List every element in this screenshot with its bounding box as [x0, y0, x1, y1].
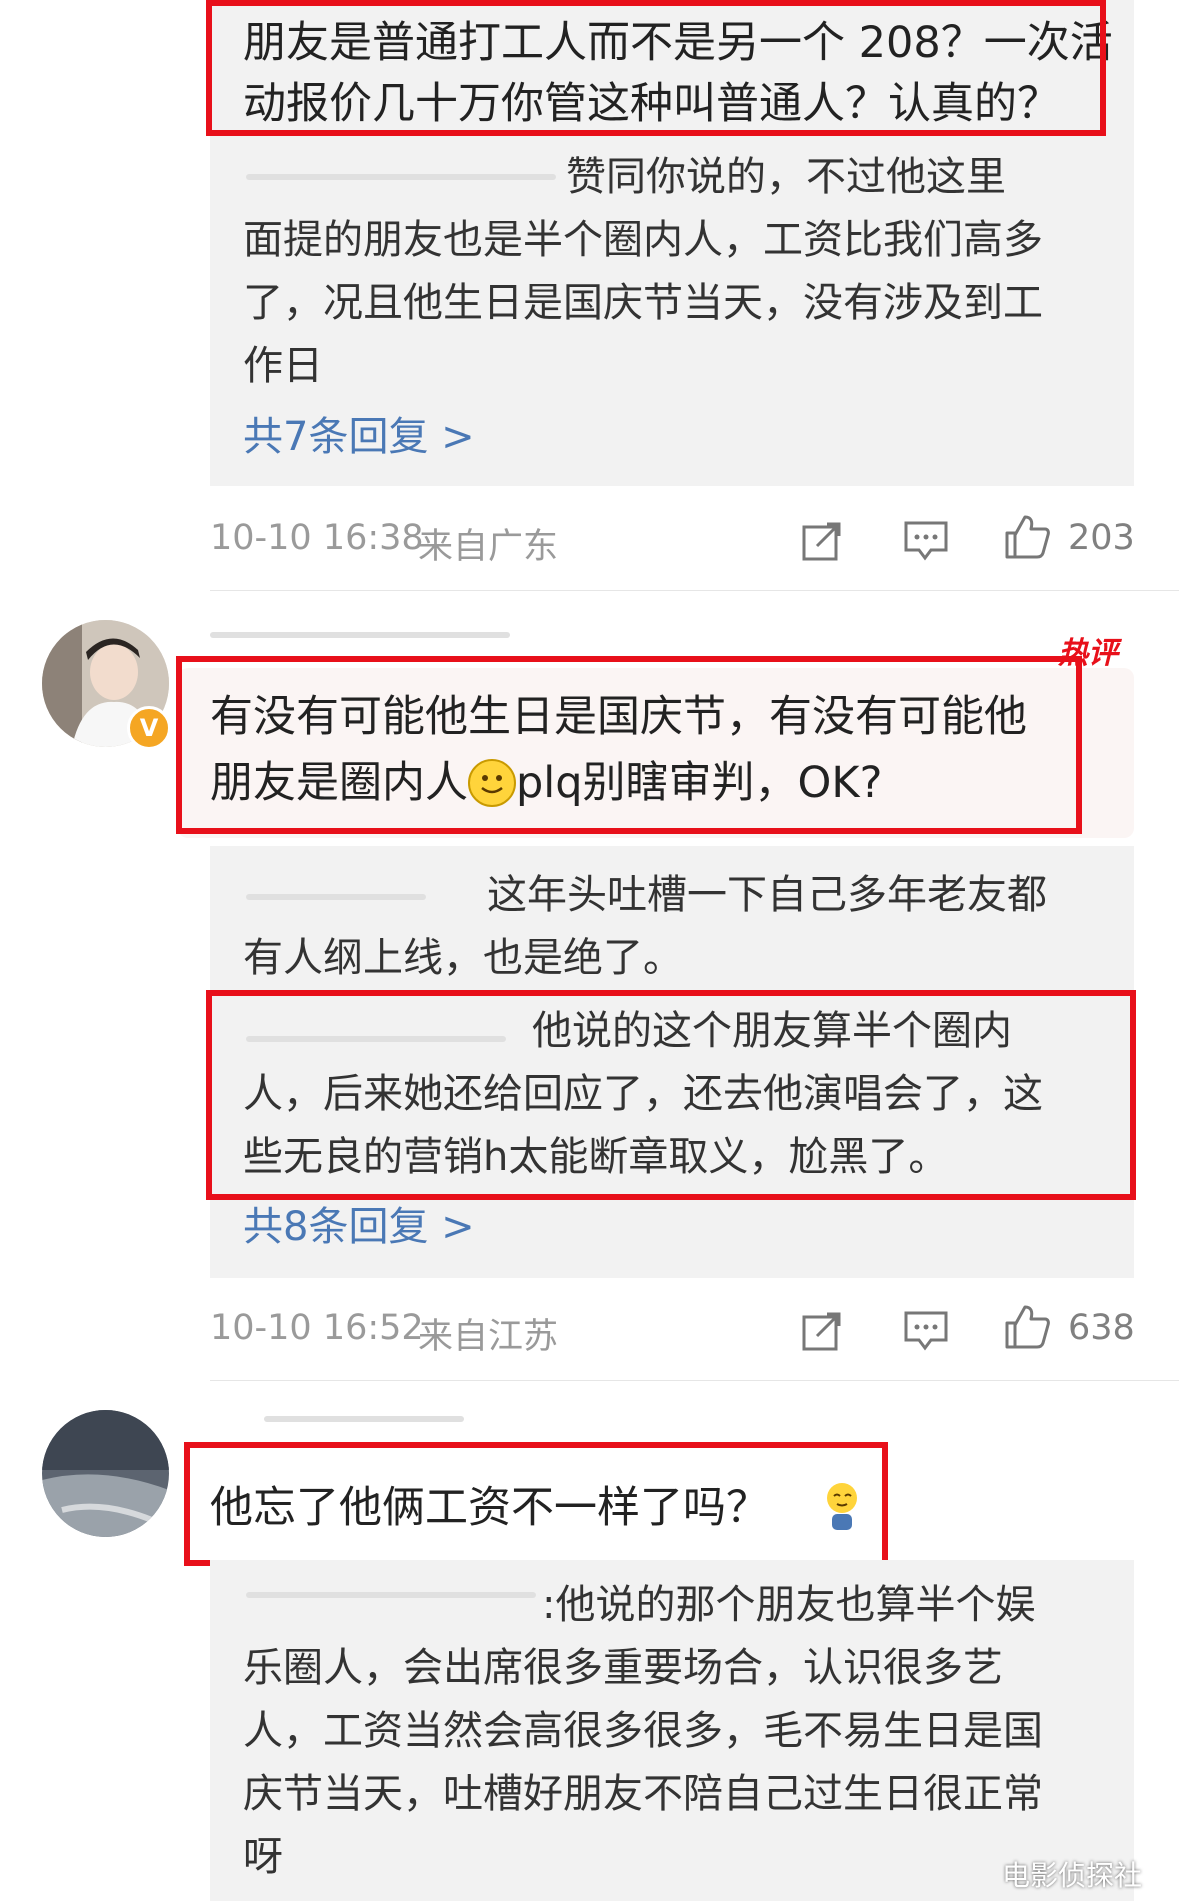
comment1-reply-line4: 作日: [243, 343, 323, 389]
comment3-reply-line3: 人，工资当然会高很多很多，毛不易生日是国: [243, 1708, 1043, 1754]
redacted-username: [246, 1592, 536, 1598]
redacted-username: [246, 894, 426, 900]
comment2-location: 来自江苏: [418, 1317, 559, 1357]
redacted-username: [210, 632, 510, 638]
comment1-reply-line2: 面提的朋友也是半个圈内人，工资比我们高多: [243, 217, 1043, 263]
comment2-highlight-box: [176, 656, 1082, 834]
comment3-reply-line2: 乐圈人，会出席很多重要场合，认识很多艺: [243, 1645, 1003, 1691]
comment2-like-count: 638: [1068, 1308, 1135, 1348]
comment1-like-count: 203: [1068, 518, 1135, 558]
comment2-more-replies-link[interactable]: 共8条回复 >: [243, 1196, 475, 1259]
comment3-highlight-box: [184, 1442, 888, 1566]
comment3-reply-line5: 呀: [243, 1834, 283, 1880]
comment-divider: [210, 590, 1179, 591]
comment-icon[interactable]: [903, 1310, 949, 1352]
share-icon[interactable]: [801, 518, 845, 562]
comment3-reply-line1: :他说的那个朋友也算半个娱: [542, 1582, 1036, 1628]
verified-badge-icon: V: [127, 706, 171, 750]
comment1-timestamp: 10-10 16:38: [210, 518, 424, 558]
comment-icon[interactable]: [903, 520, 949, 562]
comment-divider: [210, 1380, 1179, 1381]
comment1-highlight-box: [206, 0, 1106, 136]
comment2-reply1-line1: 这年头吐槽一下自己多年老友都: [487, 872, 1047, 918]
like-icon[interactable]: [1003, 1303, 1051, 1351]
avatar[interactable]: [42, 1410, 169, 1537]
comment1-reply-line3: 了，况且他生日是国庆节当天，没有涉及到工: [243, 280, 1043, 326]
redacted-username: [246, 174, 556, 180]
comment2-timestamp: 10-10 16:52: [210, 1308, 424, 1348]
redacted-username: [264, 1416, 464, 1422]
like-icon[interactable]: [1003, 513, 1051, 561]
comment1-more-replies-link[interactable]: 共7条回复 >: [243, 406, 475, 469]
comment2-reply-highlight-box: [206, 990, 1136, 1200]
share-icon[interactable]: [801, 1308, 845, 1352]
comment2-reply1-line2: 有人纲上线，也是绝了。: [243, 935, 683, 981]
watermark: 电影侦探社: [1002, 1859, 1143, 1892]
comment1-reply-line1: 赞同你说的，不过他这里: [566, 154, 1006, 200]
comment3-reply-line4: 庆节当天，吐槽好朋友不陪自己过生日很正常: [243, 1771, 1043, 1817]
comment1-location: 来自广东: [418, 527, 559, 567]
